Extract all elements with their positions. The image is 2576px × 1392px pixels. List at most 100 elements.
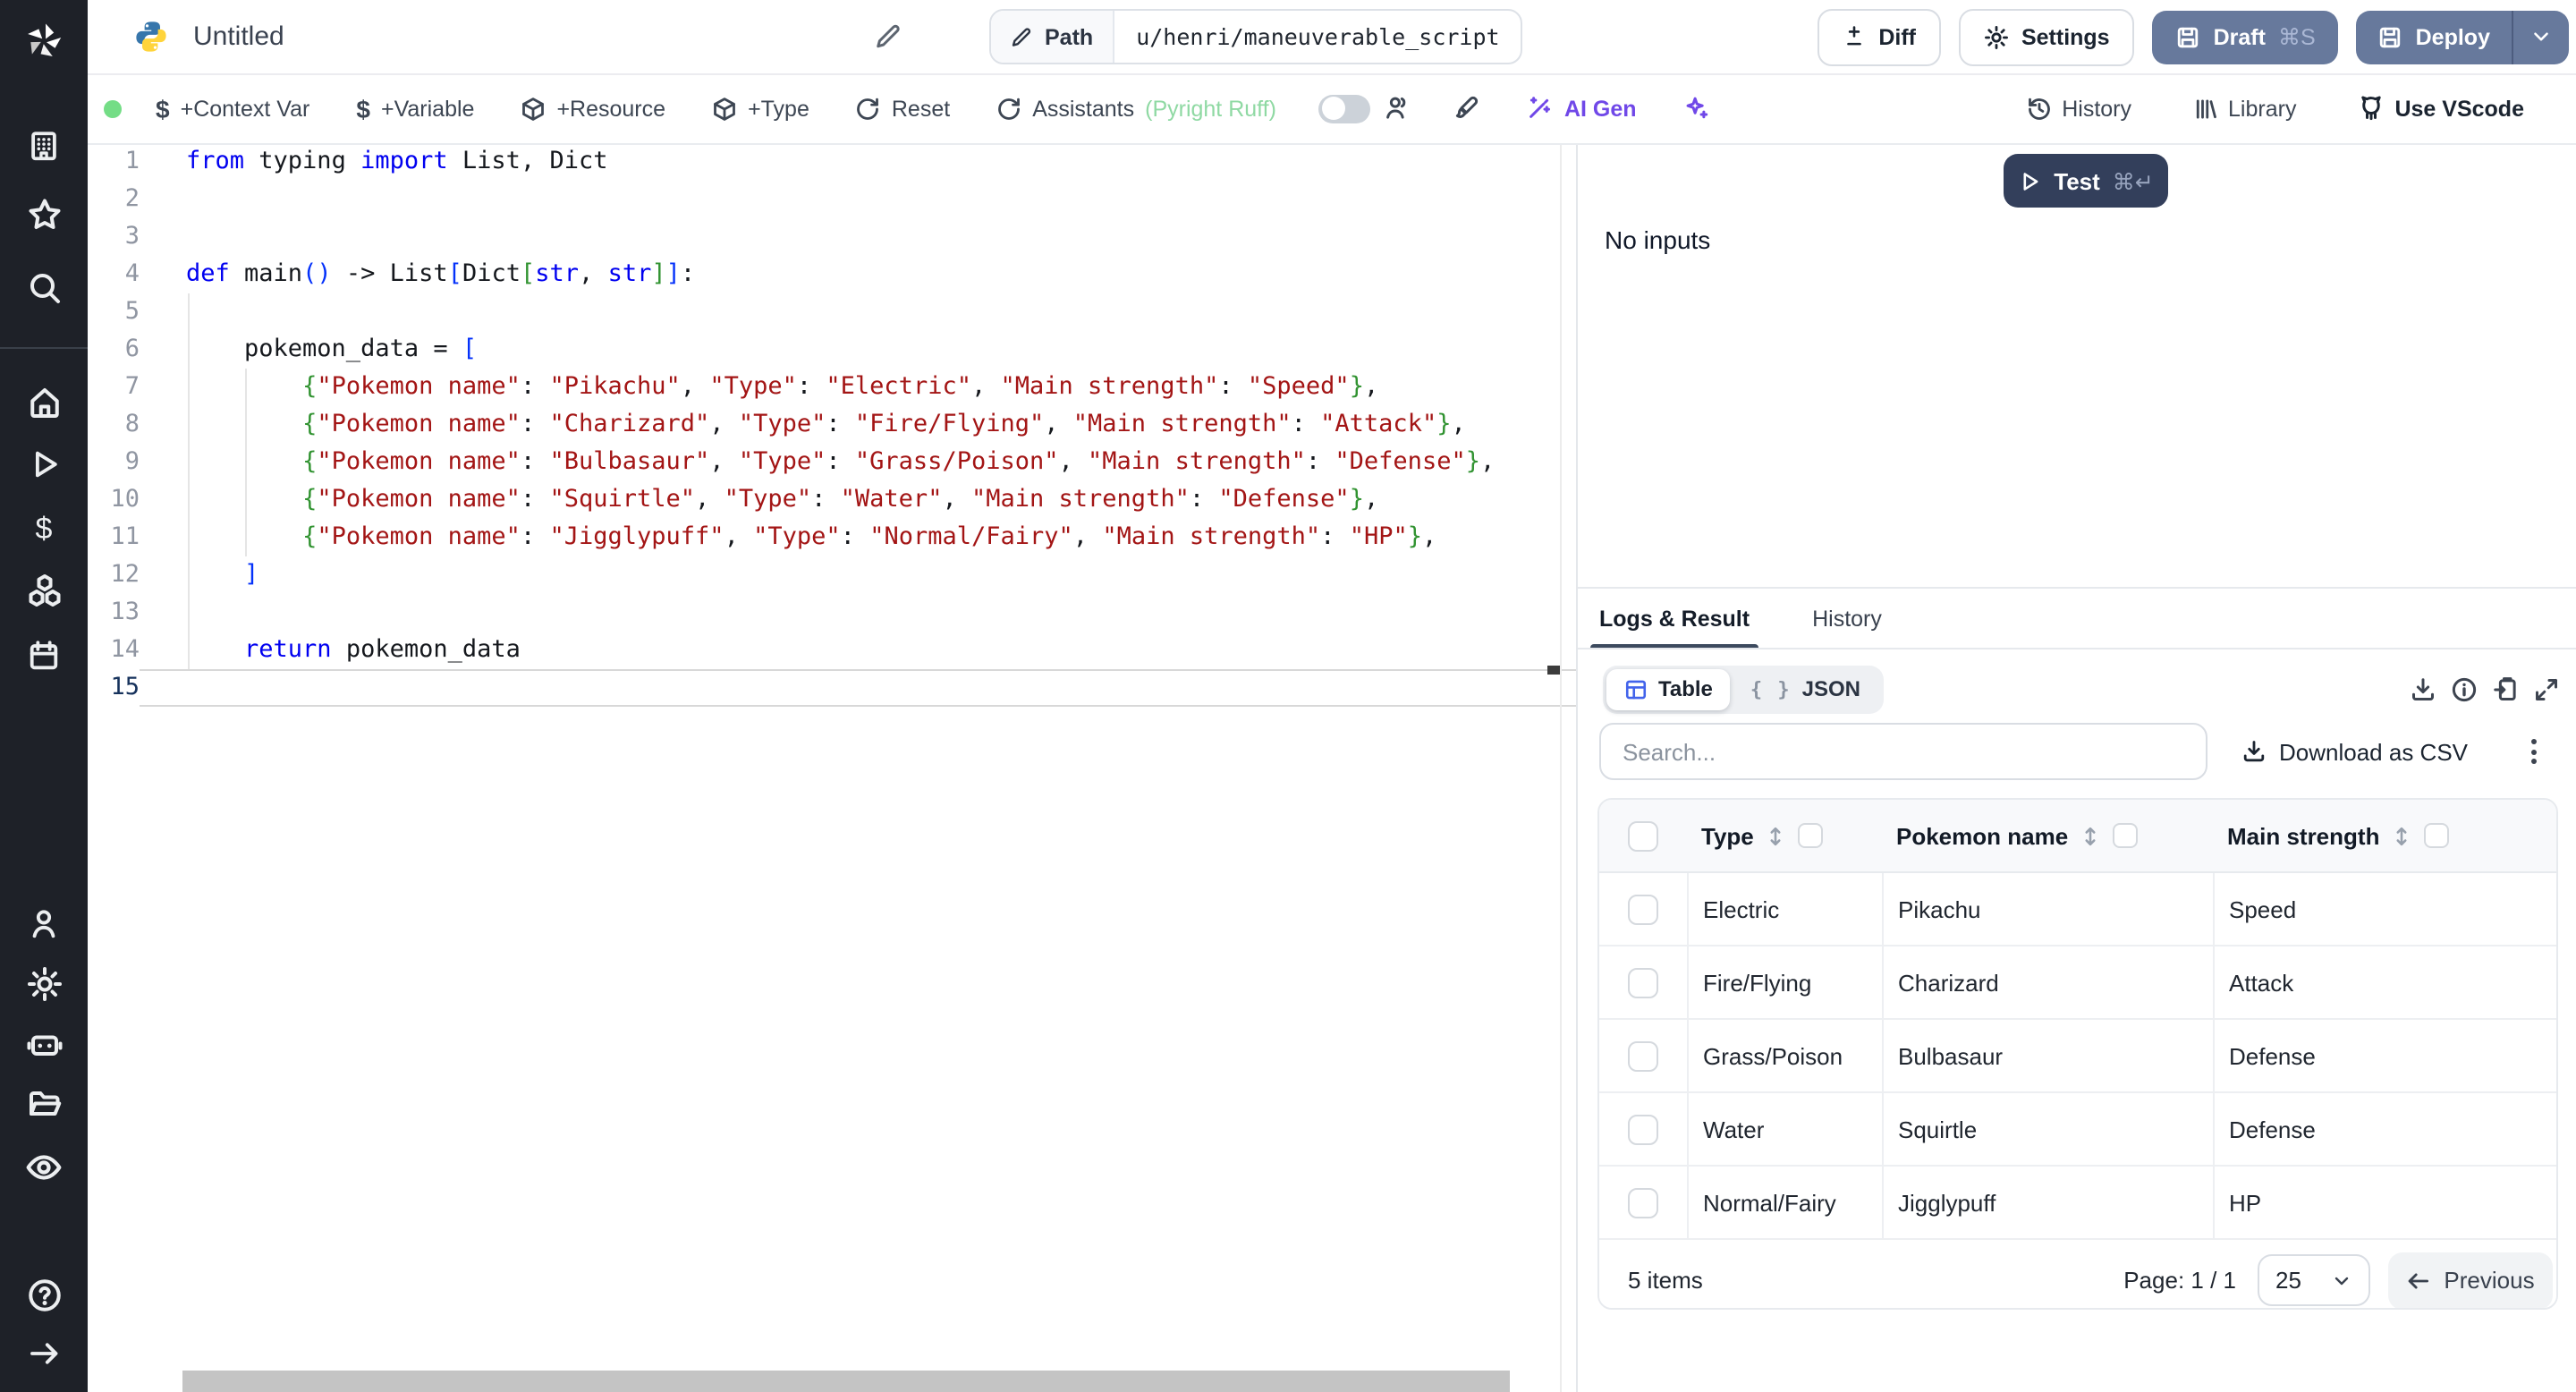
windmill-logo-icon[interactable] — [0, 13, 88, 66]
format-brush-icon[interactable] — [1453, 95, 1480, 122]
reset-button[interactable]: Reset — [856, 96, 950, 121]
sidebar-item-runs[interactable] — [0, 437, 88, 490]
ai-gen-button[interactable]: AI Gen — [1527, 95, 1637, 122]
path-value[interactable]: u/henri/maneuverable_script — [1114, 11, 1521, 63]
code-line[interactable]: 4 def main() -> List[Dict[str, str]]: — [88, 256, 1576, 293]
previous-page-button[interactable]: Previous — [2388, 1252, 2553, 1308]
row-checkbox[interactable] — [1628, 1114, 1658, 1144]
sidebar-item-workers[interactable] — [0, 1018, 88, 1072]
code-line[interactable]: 12 ] — [88, 556, 1576, 594]
expand-result-icon[interactable] — [2533, 675, 2560, 702]
table-cell: Squirtle — [1882, 1093, 2213, 1165]
help-icon[interactable] — [0, 1269, 88, 1322]
sort-icon[interactable] — [1765, 824, 1788, 847]
code-line[interactable]: 8 {"Pokemon name": "Charizard", "Type": … — [88, 406, 1576, 444]
table-options-kebab-icon[interactable] — [2531, 739, 2537, 764]
table-row[interactable]: Fire/Flying Charizard Attack — [1599, 946, 2556, 1020]
download-result-icon[interactable] — [2410, 675, 2436, 702]
expand-sidebar-arrow-icon[interactable] — [0, 1326, 88, 1379]
code-line[interactable]: 9 {"Pokemon name": "Bulbasaur", "Type": … — [88, 444, 1576, 481]
code-line[interactable]: 14 return pokemon_data — [88, 632, 1576, 669]
sidebar-item-audit-logs[interactable] — [0, 1140, 88, 1193]
python-language-icon — [134, 20, 168, 63]
code-editor[interactable]: 1 from typing import List, Dict 2 3 4 def mai… — [88, 143, 1576, 1392]
column-filter-box[interactable] — [2424, 823, 2450, 848]
table-row[interactable]: Grass/Poison Bulbasaur Defense — [1599, 1020, 2556, 1093]
row-checkbox[interactable] — [1628, 1187, 1658, 1218]
horizontal-scrollbar[interactable] — [182, 1371, 1510, 1392]
deploy-button[interactable]: Deploy — [2357, 10, 2512, 64]
view-table-button[interactable]: Table — [1606, 668, 1731, 709]
row-checkbox[interactable] — [1628, 894, 1658, 924]
search-input[interactable] — [1599, 723, 2207, 780]
pencil-icon — [1012, 27, 1031, 46]
code-line[interactable]: 1 from typing import List, Dict — [88, 143, 1576, 181]
download-csv-button[interactable]: Download as CSV — [2241, 738, 2468, 765]
sidebar-item-variables[interactable]: $ — [0, 503, 88, 556]
add-resource-button[interactable]: +Resource — [521, 96, 665, 121]
table-row[interactable]: Normal/Fairy Jigglypuff HP — [1599, 1167, 2556, 1240]
table-row[interactable]: Electric Pikachu Speed — [1599, 873, 2556, 946]
tab-history[interactable]: History — [1812, 589, 1882, 648]
panel-divider[interactable] — [1576, 143, 1578, 1392]
assistants-button[interactable]: Assistants (Pyright Ruff) — [996, 96, 1276, 121]
run-panel: Test ⌘↵ No inputs Logs & Result History … — [1578, 143, 2576, 1392]
table-row[interactable]: Water Squirtle Defense — [1599, 1093, 2556, 1167]
code-line[interactable]: 11 {"Pokemon name": "Jigglypuff", "Type"… — [88, 519, 1576, 556]
code-line[interactable]: 15 — [88, 669, 1576, 707]
sidebar-item-settings[interactable] — [0, 957, 88, 1011]
add-variable-button[interactable]: $ +Variable — [356, 96, 474, 121]
code-line[interactable]: 6 pokemon_data = [ — [88, 331, 1576, 369]
column-header[interactable]: Type — [1687, 800, 1882, 871]
page-size-select[interactable]: 25 — [2258, 1254, 2370, 1306]
row-checkbox[interactable] — [1628, 1040, 1658, 1071]
add-type-button[interactable]: +Type — [712, 96, 809, 121]
code-line[interactable]: 5 — [88, 293, 1576, 331]
code-line[interactable]: 3 — [88, 218, 1576, 256]
view-json-button[interactable]: { } JSON — [1731, 668, 1880, 709]
add-context-var-button[interactable]: $ +Context Var — [156, 96, 309, 121]
diff-button[interactable]: Diff — [1818, 8, 1941, 65]
favorites-star-icon[interactable] — [0, 188, 88, 242]
search-icon[interactable] — [0, 261, 88, 315]
sort-icon[interactable] — [2390, 824, 2413, 847]
column-filter-box[interactable] — [2113, 823, 2139, 848]
page-indicator: Page: 1 / 1 — [2123, 1267, 2236, 1294]
code-text: {"Pokemon name": "Bulbasaur", "Type": "G… — [302, 447, 1496, 476]
sidebar-item-resources[interactable] — [0, 564, 88, 617]
assistant-toggle[interactable] — [1318, 94, 1371, 123]
code-line[interactable]: 7 {"Pokemon name": "Pikachu", "Type": "E… — [88, 369, 1576, 406]
history-button[interactable]: History — [2026, 96, 2131, 121]
code-line[interactable]: 13 — [88, 594, 1576, 632]
copy-to-clipboard-icon[interactable] — [2492, 675, 2519, 702]
sidebar-item-schedules[interactable] — [0, 628, 88, 682]
line-number: 2 — [124, 184, 140, 213]
sort-icon[interactable] — [2079, 824, 2102, 847]
column-label: Main strength — [2227, 822, 2380, 849]
code-line[interactable]: 2 — [88, 181, 1576, 218]
column-header[interactable]: Pokemon name — [1882, 800, 2213, 871]
code-line[interactable]: 10 {"Pokemon name": "Squirtle", "Type": … — [88, 481, 1576, 519]
column-header[interactable]: Main strength — [2213, 800, 2556, 871]
library-button[interactable]: Library — [2192, 96, 2296, 121]
sidebar-item-home[interactable] — [0, 376, 88, 429]
deploy-options-chevron[interactable] — [2512, 10, 2569, 64]
sidebar-item-folders[interactable] — [0, 1077, 88, 1131]
use-vscode-button[interactable]: Use VScode — [2357, 95, 2524, 122]
settings-button[interactable]: Settings — [1958, 8, 2135, 65]
select-all-checkbox[interactable] — [1628, 820, 1658, 851]
path-field[interactable]: Path u/henri/maneuverable_script — [989, 9, 1523, 64]
edit-summary-pencil-icon[interactable] — [875, 23, 902, 50]
test-button[interactable]: Test ⌘↵ — [2004, 154, 2168, 208]
info-icon[interactable] — [2451, 675, 2478, 702]
column-filter-box[interactable] — [1798, 823, 1824, 848]
draft-button[interactable]: Draft ⌘S — [2152, 10, 2339, 64]
sparkles-icon[interactable] — [1683, 95, 1710, 122]
sidebar-item-user[interactable] — [0, 896, 88, 950]
path-label-segment: Path — [991, 11, 1115, 63]
row-checkbox[interactable] — [1628, 967, 1658, 997]
library-icon — [2195, 98, 2216, 118]
dollar-icon: $ — [356, 94, 370, 123]
workspace-icon[interactable] — [0, 118, 88, 172]
tab-logs-result[interactable]: Logs & Result — [1589, 589, 1759, 648]
